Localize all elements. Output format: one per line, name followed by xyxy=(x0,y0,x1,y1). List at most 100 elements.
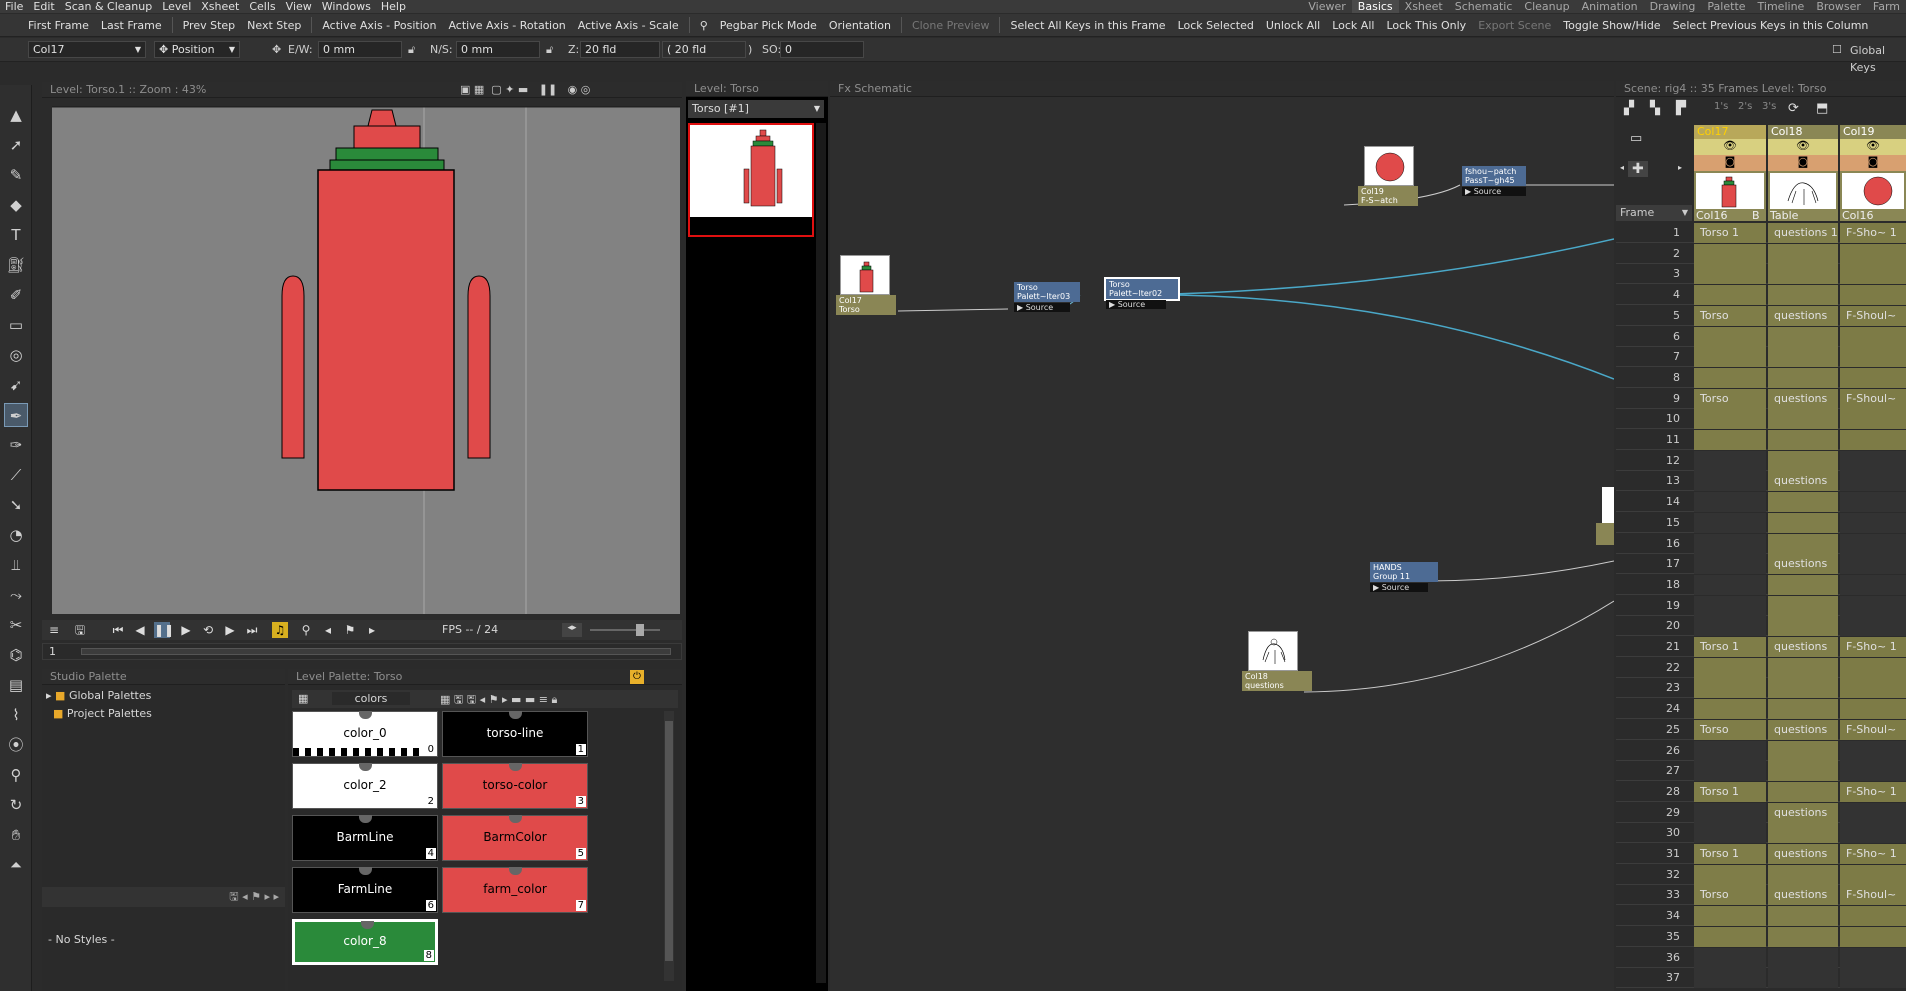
preview-toggle-icon[interactable]: 👁︎ xyxy=(1840,139,1906,155)
next-frame-icon[interactable]: ▶ xyxy=(222,622,238,638)
xsheet-cell[interactable] xyxy=(1768,864,1838,885)
power-icon[interactable]: ⏻ xyxy=(630,670,644,684)
room-tab-drawing[interactable]: Drawing xyxy=(1644,0,1702,13)
xsheet-cell[interactable] xyxy=(1694,616,1766,637)
xsheet-cell[interactable] xyxy=(1768,761,1838,782)
add-column-icon[interactable]: ✚ xyxy=(1628,161,1648,177)
xsheet-cell[interactable]: F-Sho~ 1 xyxy=(1840,781,1906,802)
xsheet-cell[interactable] xyxy=(1768,906,1838,927)
xsheet-cell[interactable] xyxy=(1768,430,1838,450)
xsheet-row[interactable]: 11 xyxy=(1616,430,1906,450)
xsheet-cell[interactable] xyxy=(1840,926,1906,947)
xsheet-cell[interactable]: Torso 1 xyxy=(1694,223,1766,243)
xsheet-cell[interactable] xyxy=(1694,347,1766,368)
xsheet-row[interactable]: 25 Torso questions F-Shoul~ xyxy=(1616,719,1906,740)
xsheet-cell[interactable]: Torso xyxy=(1694,305,1766,326)
xsheet-cell[interactable] xyxy=(1840,823,1906,844)
geometric-tool-icon[interactable]: ◆ xyxy=(4,193,28,217)
next-marker-icon[interactable]: ▸ xyxy=(364,622,380,638)
hand-tool-icon[interactable]: ✋︎ xyxy=(4,823,28,847)
viewer-mode-icons[interactable]: ▣ ▦ ▢ ✦ ▬ ❚❚ ◉ ◎ xyxy=(460,82,590,98)
toggle-xsheet-timeline-icon[interactable]: ▭ xyxy=(1630,131,1642,146)
export-scene-button[interactable]: Export Scene xyxy=(1472,19,1557,32)
control-point-editor-icon[interactable]: ✑ xyxy=(4,433,28,457)
xsheet-cell[interactable] xyxy=(1840,285,1906,306)
studio-palette-toolbar[interactable]: 🖫︎ ◂ ⚑ ▸ ▸ xyxy=(42,887,285,907)
xsheet-cell[interactable] xyxy=(1840,347,1906,368)
xsheet-cell[interactable] xyxy=(1694,657,1766,678)
xsheet-cell[interactable] xyxy=(1840,761,1906,782)
xsheet-cell[interactable] xyxy=(1840,512,1906,533)
toggle-show-hide-button[interactable]: Toggle Show/Hide xyxy=(1557,19,1666,32)
xsheet-cell[interactable] xyxy=(1768,699,1838,720)
xsheet-cell[interactable]: F-Shoul~ xyxy=(1840,388,1906,409)
xsheet-cell[interactable] xyxy=(1840,554,1906,575)
tree-item-global-palettes[interactable]: ▸ ■ Global Palettes xyxy=(46,689,151,702)
frame-field[interactable]: 1 xyxy=(49,645,56,658)
play-icon[interactable]: ▶ xyxy=(178,622,194,638)
xsheet-cell[interactable]: Torso xyxy=(1694,388,1766,409)
xsheet-cell[interactable] xyxy=(1840,409,1906,430)
menu-windows[interactable]: Windows xyxy=(317,0,376,13)
orientation-button[interactable]: Orientation xyxy=(823,19,897,32)
xsheet-cell[interactable] xyxy=(1694,533,1766,554)
xsheet-cell[interactable] xyxy=(1840,430,1906,450)
xsheet-cell[interactable] xyxy=(1694,409,1766,430)
room-tab-viewer[interactable]: Viewer xyxy=(1302,0,1351,13)
xsheet-cell[interactable] xyxy=(1694,326,1766,347)
palette-chip[interactable]: farm_color 7 xyxy=(442,867,588,913)
xsheet-cell[interactable]: F-Sho~ 1 xyxy=(1840,844,1906,864)
new-vector-level-icon[interactable]: ▞ xyxy=(1624,101,1634,116)
pegbar-icon[interactable]: ⚲ xyxy=(694,19,714,32)
grid-view-icon[interactable]: ▦ xyxy=(298,692,308,705)
xsheet-cell[interactable]: questions xyxy=(1768,305,1838,326)
level-strip-frame[interactable] xyxy=(688,123,814,237)
marker-icon[interactable]: ⚑ xyxy=(342,622,358,638)
xsheet-row[interactable]: 36 xyxy=(1616,947,1906,968)
xsheet-cell[interactable] xyxy=(1840,326,1906,347)
xsheet-cell[interactable]: F-Shoul~ xyxy=(1840,719,1906,740)
xsheet-cell[interactable] xyxy=(1694,740,1766,761)
lock-icon[interactable]: 🔓︎ xyxy=(546,41,553,58)
ew-field[interactable]: 0 mm xyxy=(318,41,402,58)
xsheet-cell[interactable] xyxy=(1768,409,1838,430)
xsheet-cell[interactable] xyxy=(1768,367,1838,388)
palette-scrollbar[interactable] xyxy=(664,711,674,981)
prev-marker-icon[interactable]: ◂ xyxy=(320,622,336,638)
xsheet-cell[interactable] xyxy=(1694,492,1766,513)
xsheet-cell[interactable] xyxy=(1694,823,1766,844)
camstand-toggle-icon[interactable]: ◙ xyxy=(1768,155,1838,171)
room-tab-timeline[interactable]: Timeline xyxy=(1752,0,1811,13)
xsheet-cell[interactable] xyxy=(1840,367,1906,388)
xsheet-row[interactable]: 29 questions xyxy=(1616,802,1906,823)
style-picker-tool-icon[interactable]: ➹ xyxy=(4,373,28,397)
xsheet-cell[interactable]: Torso 1 xyxy=(1694,637,1766,657)
xsheet-cell[interactable]: questions xyxy=(1768,802,1838,823)
reframe-icon[interactable]: ⟳ xyxy=(1788,101,1799,116)
xsheet-cell[interactable] xyxy=(1840,864,1906,885)
ns-field[interactable]: 0 mm xyxy=(456,41,540,58)
room-tab-farm[interactable]: Farm xyxy=(1867,0,1906,13)
xsheet-cell[interactable] xyxy=(1768,285,1838,306)
xsheet-row[interactable]: 5 Torso questions F-Shoul~ xyxy=(1616,305,1906,326)
xsheet-cell[interactable] xyxy=(1840,492,1906,513)
xsheet-cell[interactable] xyxy=(1694,699,1766,720)
next-step-button[interactable]: Next Step xyxy=(241,19,307,32)
last-frame-button[interactable]: Last Frame xyxy=(95,19,168,32)
xsheet-cell[interactable] xyxy=(1840,947,1906,968)
menu-edit[interactable]: Edit xyxy=(28,0,59,13)
menu-file[interactable]: File xyxy=(0,0,28,13)
room-tab-basics[interactable]: Basics xyxy=(1351,0,1399,13)
xsheet-cell[interactable] xyxy=(1840,243,1906,264)
xsheet-cell[interactable]: Torso xyxy=(1694,885,1766,906)
camstand-toggle-icon[interactable]: ◙ xyxy=(1840,155,1906,171)
xsheet-cell[interactable] xyxy=(1840,616,1906,637)
active-axis-rotation-button[interactable]: Active Axis - Rotation xyxy=(442,19,571,32)
select-previous-keys-button[interactable]: Select Previous Keys in this Column xyxy=(1667,19,1875,32)
new-raster-level-icon[interactable]: ▛ xyxy=(1676,101,1686,116)
xsheet-row[interactable]: 23 xyxy=(1616,678,1906,699)
cutter-tool-icon[interactable]: ✂ xyxy=(4,613,28,637)
xsheet-row[interactable]: 30 xyxy=(1616,823,1906,844)
column-header-col17[interactable]: Col17 👁︎ ◙ Col16 B xyxy=(1694,125,1766,222)
fx-node-partial[interactable] xyxy=(1602,487,1614,523)
